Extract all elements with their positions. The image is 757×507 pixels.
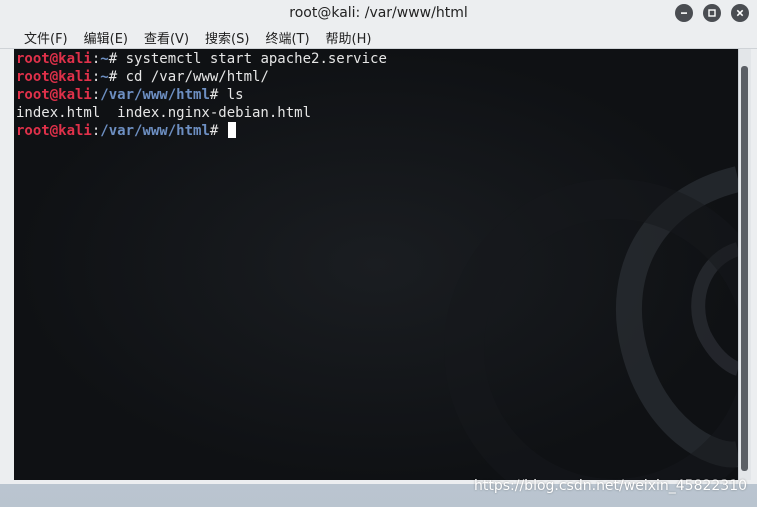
terminal-scrollbar[interactable]: [738, 49, 751, 480]
terminal-line: root@kali:~# cd /var/www/html/: [16, 68, 738, 86]
minimize-icon: [681, 12, 687, 14]
prompt-symbol: #: [108, 51, 126, 67]
scrollbar-thumb[interactable]: [741, 66, 748, 471]
minimize-button[interactable]: [675, 4, 693, 22]
close-button[interactable]: [731, 4, 749, 22]
command-text: cd /var/www/html/: [125, 69, 269, 85]
prompt-symbol: #: [108, 69, 126, 85]
prompt-path: ~: [100, 69, 109, 85]
prompt-user: root@kali: [16, 69, 92, 85]
menu-view[interactable]: 查看(V): [137, 28, 198, 47]
terminal-window: root@kali: /var/www/html 文件(F) 编辑(E) 查看(…: [0, 0, 757, 484]
terminal-line: root@kali:/var/www/html#: [16, 122, 738, 140]
prompt-symbol: #: [209, 87, 227, 103]
prompt-path: /var/www/html: [100, 87, 210, 103]
prompt-user: root@kali: [16, 51, 92, 67]
window-title: root@kali: /var/www/html: [289, 5, 468, 21]
terminal-line: index.html index.nginx-debian.html: [16, 104, 738, 122]
menu-help[interactable]: 帮助(H): [319, 28, 381, 47]
close-icon: [736, 9, 744, 17]
command-text: systemctl start apache2.service: [125, 51, 387, 67]
prompt-path: /var/www/html: [100, 123, 210, 139]
menu-bar: 文件(F) 编辑(E) 查看(V) 搜索(S) 终端(T) 帮助(H): [0, 26, 757, 49]
terminal-line: root@kali:~# systemctl start apache2.ser…: [16, 50, 738, 68]
terminal-area[interactable]: root@kali:~# systemctl start apache2.ser…: [14, 49, 738, 480]
terminal-output: root@kali:~# systemctl start apache2.ser…: [16, 50, 738, 140]
menu-terminal[interactable]: 终端(T): [258, 28, 318, 47]
prompt-path: ~: [100, 51, 109, 67]
command-text: ls: [226, 87, 244, 103]
prompt-user: root@kali: [16, 87, 92, 103]
maximize-button[interactable]: [703, 4, 721, 22]
menu-file[interactable]: 文件(F): [0, 28, 77, 47]
menu-edit[interactable]: 编辑(E): [77, 28, 137, 47]
command-output: index.html index.nginx-debian.html: [16, 105, 312, 121]
terminal-cursor: [227, 122, 236, 138]
terminal-line: root@kali:/var/www/html# ls: [16, 86, 738, 104]
watermark-url: https://blog.csdn.net/weixin_45822310: [474, 478, 748, 494]
prompt-user: root@kali: [16, 123, 92, 139]
menu-search[interactable]: 搜索(S): [198, 28, 258, 47]
window-controls: [675, 1, 749, 25]
maximize-icon: [708, 9, 716, 17]
prompt-symbol: #: [209, 123, 227, 139]
title-bar[interactable]: root@kali: /var/www/html: [0, 0, 757, 26]
